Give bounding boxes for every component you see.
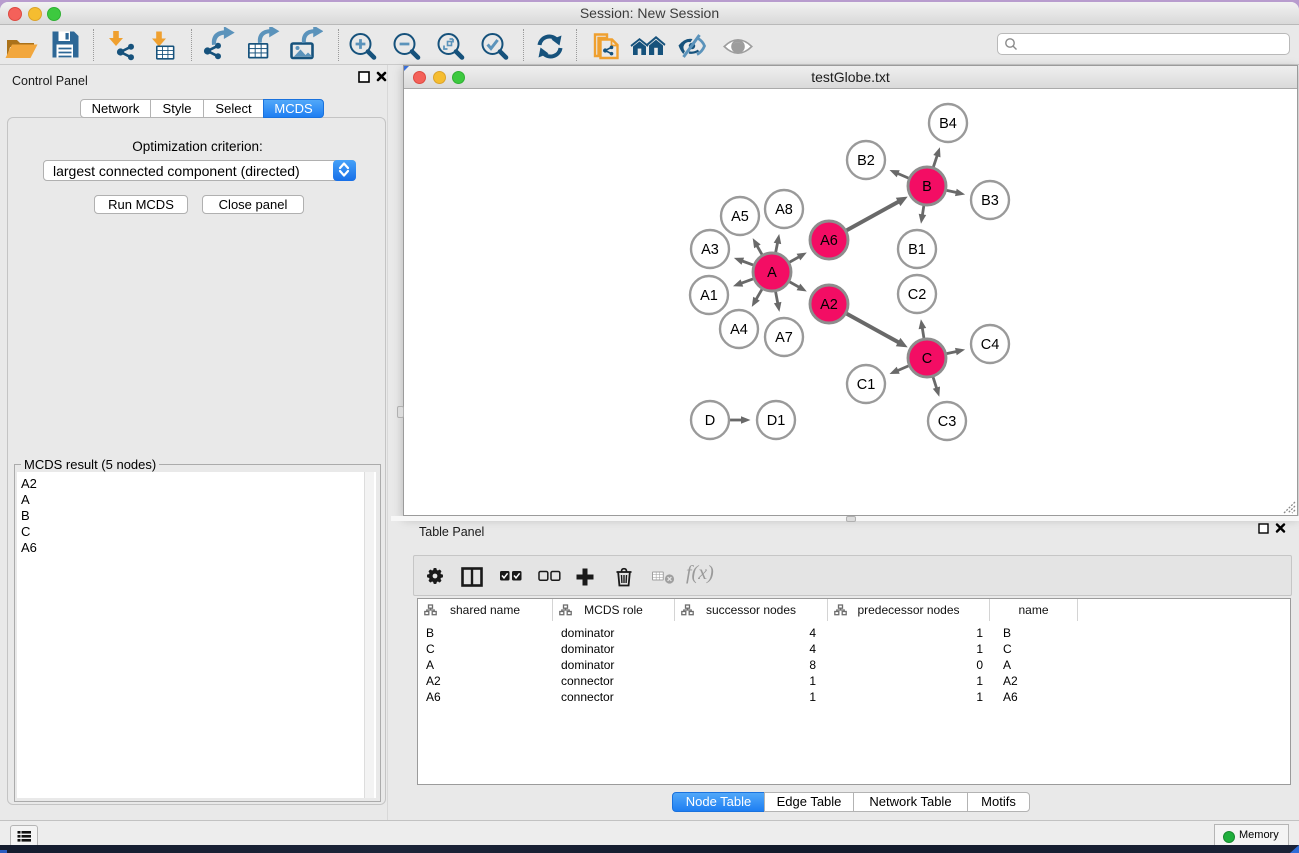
svg-text:A: A: [767, 265, 777, 281]
svg-text:D: D: [705, 413, 715, 429]
svg-text:A5: A5: [731, 209, 749, 225]
svg-text:A6: A6: [820, 233, 838, 249]
svg-text:C1: C1: [857, 377, 876, 393]
svg-text:B1: B1: [908, 242, 926, 258]
svg-text:A8: A8: [775, 202, 793, 218]
svg-text:A7: A7: [775, 330, 793, 346]
svg-text:C: C: [922, 351, 932, 367]
svg-text:C4: C4: [981, 337, 1000, 353]
svg-text:C2: C2: [908, 287, 927, 303]
svg-text:A2: A2: [820, 297, 838, 313]
svg-text:B: B: [922, 179, 932, 195]
svg-text:C3: C3: [938, 414, 957, 430]
svg-text:B4: B4: [939, 116, 957, 132]
svg-text:A4: A4: [730, 322, 748, 338]
svg-text:D1: D1: [767, 413, 786, 429]
svg-text:B3: B3: [981, 193, 999, 209]
svg-text:A1: A1: [700, 288, 718, 304]
svg-text:B2: B2: [857, 153, 875, 169]
svg-text:A3: A3: [701, 242, 719, 258]
